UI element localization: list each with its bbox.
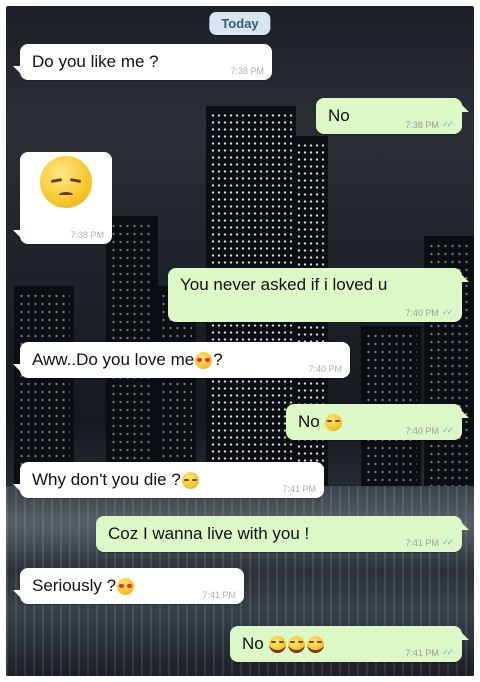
tears-of-joy-emoji xyxy=(307,635,325,653)
message-time: 7:40 PM xyxy=(405,425,439,436)
message-meta: 7:40 PM ✓✓ xyxy=(405,307,454,318)
message-text: You never asked if i loved u xyxy=(180,275,388,294)
message-text: No xyxy=(298,412,320,431)
message-time: 7:38 PM xyxy=(405,119,439,130)
message-meta: 7:40 PM ✓✓ xyxy=(405,425,454,436)
read-receipt-icon: ✓✓ xyxy=(441,537,454,547)
message-time: 7:41 PM xyxy=(405,647,439,658)
date-pill: Today xyxy=(209,12,271,35)
message-meta: 7:40 PM xyxy=(308,364,342,374)
message-bubble-incoming[interactable]: Seriously ? 7:41 PM xyxy=(13,568,244,604)
smile-emoji xyxy=(325,413,343,431)
read-receipt-icon: ✓✓ xyxy=(441,647,454,657)
message-time: 7:38 PM xyxy=(230,66,264,76)
heart-eyes-emoji xyxy=(195,351,213,369)
message-meta: 7:41 PM ✓✓ xyxy=(405,647,454,658)
message-bubble-incoming[interactable]: 7:38 PM xyxy=(13,152,112,244)
background-building xyxy=(14,286,74,486)
message-text-suffix: ? xyxy=(213,350,223,369)
message-meta: 7:38 PM xyxy=(70,230,104,240)
tears-of-joy-emoji xyxy=(288,635,306,653)
message-bubble-incoming[interactable]: Aww..Do you love me ? 7:40 PM xyxy=(13,342,350,378)
chat-screen: Today Do you like me ? 7:38 PM No 7:38 P… xyxy=(6,6,474,676)
message-meta: 7:41 PM xyxy=(282,484,316,494)
message-text: Seriously ? xyxy=(32,576,117,595)
sad-face-emoji xyxy=(181,471,199,489)
message-bubble-outgoing[interactable]: Coz I wanna live with you ! 7:41 PM ✓✓ xyxy=(96,516,469,552)
message-text: No xyxy=(242,634,264,653)
message-time: 7:38 PM xyxy=(70,230,104,240)
message-bubble-outgoing[interactable]: No 7:41 PM ✓✓ xyxy=(230,626,469,662)
pensive-face-emoji xyxy=(40,156,92,208)
message-meta: 7:41 PM xyxy=(202,590,236,600)
message-bubble-outgoing[interactable]: No 7:38 PM ✓✓ xyxy=(316,98,469,134)
message-bubble-incoming[interactable]: Why don't you die ? 7:41 PM xyxy=(13,462,324,498)
message-bubble-outgoing[interactable]: You never asked if i loved u 7:40 PM ✓✓ xyxy=(168,268,469,322)
message-meta: 7:41 PM ✓✓ xyxy=(405,537,454,548)
heart-eyes-emoji xyxy=(117,577,135,595)
message-bubble-outgoing[interactable]: No 7:40 PM ✓✓ xyxy=(286,404,469,440)
message-text: Coz I wanna live with you ! xyxy=(108,524,310,543)
read-receipt-icon: ✓✓ xyxy=(441,425,454,435)
message-time: 7:41 PM xyxy=(405,537,439,548)
message-text: Why don't you die ? xyxy=(32,470,181,489)
read-receipt-icon: ✓✓ xyxy=(441,119,454,129)
read-receipt-icon: ✓✓ xyxy=(441,307,454,317)
message-time: 7:40 PM xyxy=(405,307,439,318)
message-meta: 7:38 PM xyxy=(230,66,264,76)
message-time: 7:41 PM xyxy=(282,484,316,494)
message-time: 7:41 PM xyxy=(202,590,236,600)
tears-of-joy-emoji xyxy=(269,635,287,653)
message-text: No xyxy=(328,106,350,125)
message-meta: 7:38 PM ✓✓ xyxy=(405,119,454,130)
message-time: 7:40 PM xyxy=(308,364,342,374)
message-text: Do you like me ? xyxy=(32,52,159,71)
message-text: Aww..Do you love me xyxy=(32,350,195,369)
message-bubble-incoming[interactable]: Do you like me ? 7:38 PM xyxy=(13,44,272,80)
